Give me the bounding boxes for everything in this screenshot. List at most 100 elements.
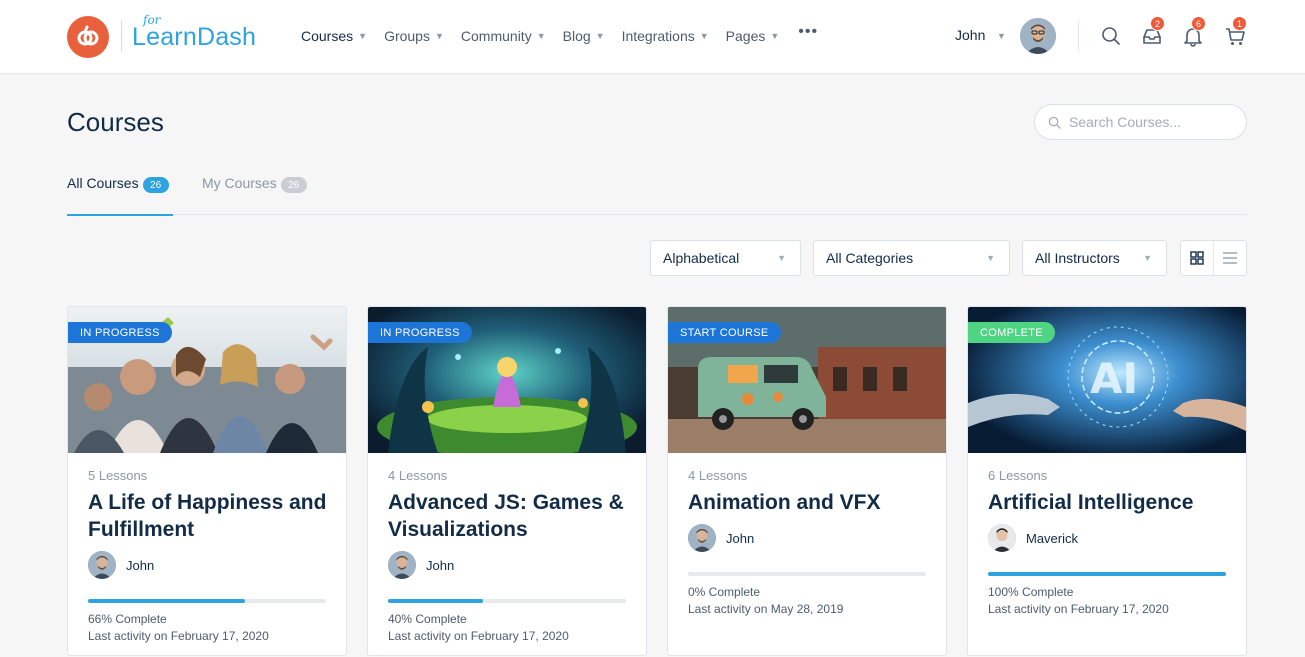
last-activity: Last activity on February 17, 2020 — [988, 602, 1169, 616]
author-avatar — [988, 524, 1016, 552]
chevron-down-icon: ▼ — [699, 31, 709, 41]
header-divider — [1078, 21, 1079, 51]
chevron-down-icon: ▼ — [1143, 253, 1152, 263]
nav-item-courses[interactable]: Courses ▼ — [301, 28, 367, 44]
progress-fill — [388, 599, 484, 603]
svg-text:AI: AI — [1090, 354, 1138, 403]
chevron-down-icon: ▼ — [434, 31, 444, 41]
list-view-icon[interactable] — [1214, 241, 1247, 275]
course-author[interactable]: Maverick — [988, 524, 1078, 552]
author-name: John — [726, 530, 755, 546]
tab-count-badge: 26 — [280, 177, 307, 193]
course-title[interactable]: Animation and VFX — [688, 489, 933, 516]
notifications-badge: 6 — [1191, 16, 1206, 31]
course-title[interactable]: Advanced JS: Games & Visualizations — [388, 489, 633, 543]
cart-badge: 1 — [1232, 16, 1247, 31]
course-tabs: All Courses 26 My Courses 26 — [67, 175, 1247, 216]
course-thumbnail[interactable]: START COURSE — [668, 307, 946, 453]
progress-fill — [988, 572, 1226, 576]
grid-view-icon[interactable] — [1181, 241, 1214, 275]
nav-label: Pages — [725, 28, 766, 44]
nav-item-groups[interactable]: Groups ▼ — [384, 28, 444, 44]
nav-item-pages[interactable]: Pages ▼ — [726, 28, 780, 44]
lesson-count: 5 Lessons — [88, 468, 148, 483]
course-status-badge: IN PROGRESS — [368, 322, 472, 343]
view-toggle — [1180, 240, 1247, 276]
nav-item-community[interactable]: Community ▼ — [461, 28, 546, 44]
course-thumbnail[interactable]: IN PROGRESS — [368, 307, 646, 453]
tab-all-courses[interactable]: All Courses 26 — [67, 175, 173, 216]
order-select[interactable]: Alphabetical ▼ — [650, 240, 801, 276]
tab-label: All Courses — [67, 175, 139, 191]
chevron-down-icon[interactable]: ▼ — [997, 31, 1006, 41]
lesson-count: 4 Lessons — [688, 468, 748, 483]
tab-label: My Courses — [202, 175, 277, 191]
course-title[interactable]: A Life of Happiness and Fulfillment — [88, 489, 333, 543]
course-card[interactable]: IN PROGRESS 4 Lessons Advanced JS: Games… — [367, 306, 647, 656]
last-activity: Last activity on February 17, 2020 — [88, 629, 269, 643]
author-name: John — [126, 557, 155, 573]
course-author[interactable]: John — [388, 551, 454, 579]
search-box[interactable] — [1034, 104, 1247, 140]
author-name: John — [426, 557, 455, 573]
logo-wordmark[interactable]: LearnDash — [132, 23, 256, 52]
search-icon — [1048, 116, 1061, 129]
progress-bar — [88, 599, 326, 603]
search-input[interactable] — [1069, 114, 1239, 130]
nav-label: Community — [460, 28, 532, 44]
course-author[interactable]: John — [688, 524, 754, 552]
learndash-logo-icon[interactable] — [67, 16, 109, 58]
tab-count-badge: 26 — [142, 177, 169, 193]
nav-label: Courses — [301, 28, 354, 44]
course-card[interactable]: START COURSE 4 Lessons Animation and VFX… — [667, 306, 947, 656]
instructor-select[interactable]: All Instructors ▼ — [1022, 240, 1167, 276]
chevron-down-icon: ▼ — [770, 31, 780, 41]
course-status-badge: COMPLETE — [968, 322, 1055, 343]
progress-fill — [88, 599, 246, 603]
course-status-badge: IN PROGRESS — [68, 322, 172, 343]
progress-percent: 0% Complete — [688, 585, 761, 599]
author-avatar — [388, 551, 416, 579]
last-activity: Last activity on February 17, 2020 — [388, 629, 569, 643]
progress-bar — [988, 572, 1226, 576]
nav-item-blog[interactable]: Blog ▼ — [563, 28, 605, 44]
author-avatar — [88, 551, 116, 579]
chevron-down-icon: ▼ — [777, 253, 786, 263]
user-avatar[interactable] — [1020, 18, 1056, 54]
category-select[interactable]: All Categories ▼ — [813, 240, 1010, 276]
chevron-down-icon: ▼ — [986, 253, 995, 263]
tab-my-courses[interactable]: My Courses 26 — [202, 175, 307, 215]
messages-badge: 2 — [1150, 16, 1165, 31]
author-avatar — [688, 524, 716, 552]
lesson-count: 6 Lessons — [988, 468, 1048, 483]
lesson-count: 4 Lessons — [388, 468, 448, 483]
nav-label: Groups — [384, 28, 430, 44]
progress-percent: 40% Complete — [388, 612, 467, 626]
chevron-down-icon: ▼ — [595, 31, 605, 41]
course-thumbnail[interactable]: IN PROGRESS — [68, 307, 346, 453]
course-thumbnail[interactable]: AI COMPLETE — [968, 307, 1246, 453]
page-title: Courses — [67, 107, 164, 137]
progress-percent: 100% Complete — [988, 585, 1074, 599]
nav-item-integrations[interactable]: Integrations ▼ — [622, 28, 709, 44]
instructor-select-value: All Instructors — [1035, 250, 1120, 266]
chevron-down-icon: ▼ — [358, 31, 368, 41]
last-activity: Last activity on May 28, 2019 — [688, 602, 844, 616]
nav-label: Integrations — [621, 28, 695, 44]
category-select-value: All Categories — [826, 250, 914, 266]
progress-bar — [688, 572, 926, 576]
course-title[interactable]: Artificial Intelligence — [988, 489, 1233, 516]
chevron-down-icon: ▼ — [536, 31, 546, 41]
ellipsis-icon[interactable]: ••• — [798, 23, 818, 41]
order-select-value: Alphabetical — [663, 250, 740, 266]
logo-divider — [121, 20, 122, 52]
main-nav: Courses ▼ Groups ▼ Community ▼ Blog ▼ Integr… — [301, 23, 818, 46]
author-name: Maverick — [1026, 530, 1079, 546]
course-card[interactable]: AI COMPLETE 6 Lessons Artificial Intelli… — [967, 306, 1247, 656]
user-name[interactable]: John — [955, 27, 985, 43]
nav-label: Blog — [562, 28, 591, 44]
course-author[interactable]: John — [88, 551, 154, 579]
course-card[interactable]: IN PROGRESS 5 Lessons A Life of Happines… — [67, 306, 347, 656]
search-icon[interactable] — [1100, 25, 1122, 47]
course-status-badge: START COURSE — [668, 322, 781, 343]
